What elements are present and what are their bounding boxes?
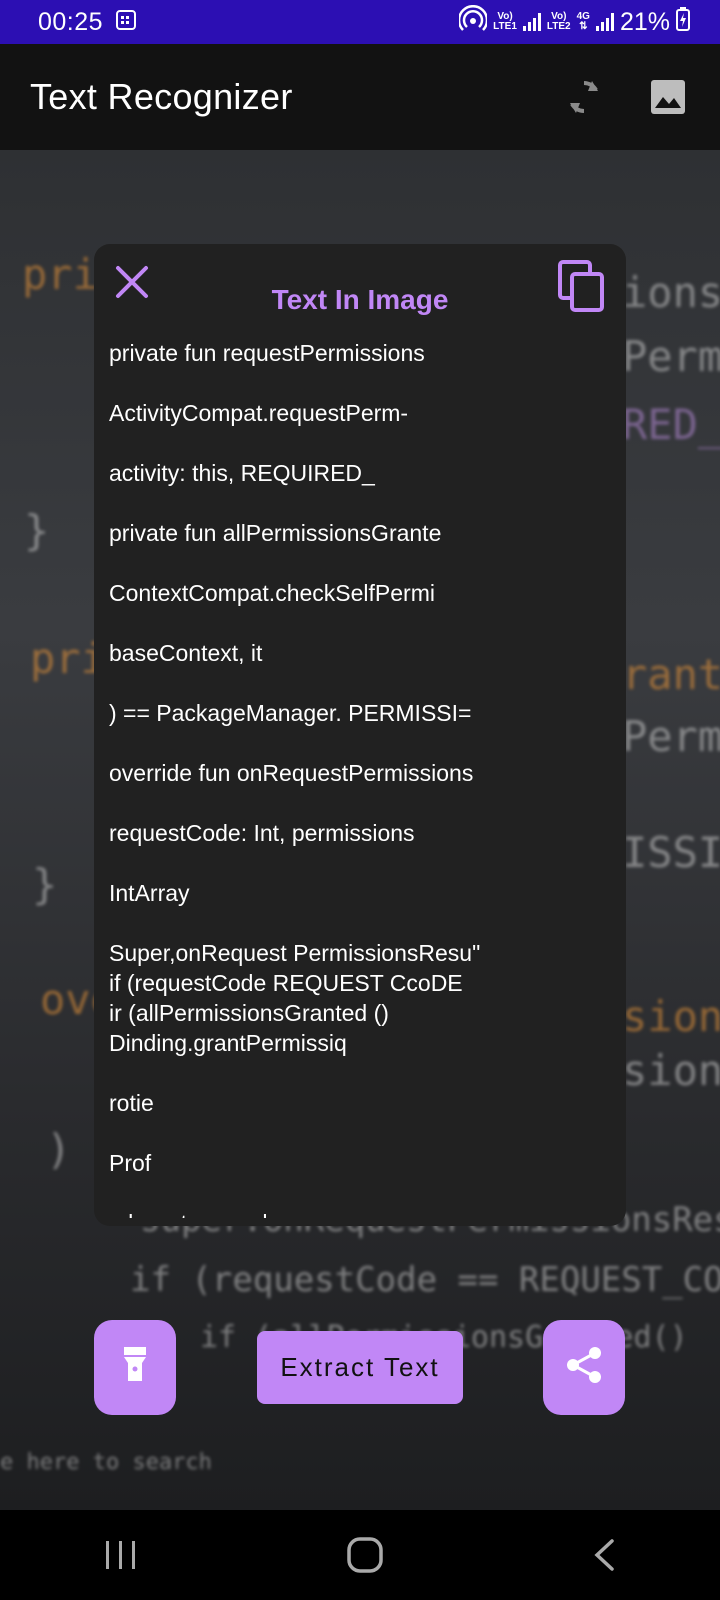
text-line: activity: this, REQUIRED_ bbox=[109, 460, 375, 486]
notification-icon bbox=[115, 9, 137, 36]
preview-text: RED_P bbox=[622, 400, 720, 449]
share-icon bbox=[564, 1345, 604, 1390]
hotspot-icon bbox=[457, 4, 489, 40]
text-line: ActivityCompat.requestPerm- bbox=[109, 400, 409, 426]
flashlight-icon bbox=[122, 1347, 148, 1388]
app-title: Text Recognizer bbox=[30, 76, 293, 117]
signal-2-icon bbox=[595, 13, 614, 31]
dialog-title: Text In Image bbox=[271, 284, 449, 315]
app-bar: Text Recognizer bbox=[0, 44, 720, 150]
preview-text: ) bbox=[46, 1125, 72, 1174]
text-line: IntArray bbox=[109, 880, 190, 906]
text-line: ir (allPermissionsGranted () bbox=[109, 1000, 389, 1026]
text-line: requestCode: Int, permissions bbox=[109, 820, 415, 846]
text-line: ContextCompat.checkSelfPermi bbox=[109, 580, 435, 606]
signal-1-icon bbox=[522, 13, 541, 31]
preview-text: } bbox=[24, 506, 50, 555]
network-2-gen: 4G ⇅ bbox=[577, 12, 590, 32]
text-line: baseContext, it bbox=[109, 640, 263, 666]
text-line: Prof bbox=[109, 1150, 152, 1176]
network-2: Vo) LTE2 bbox=[547, 12, 571, 32]
preview-text: rante bbox=[622, 650, 720, 699]
preview-text: e here to search bbox=[0, 1450, 212, 1475]
preview-text: if (requestCode == REQUEST_CODE bbox=[130, 1260, 720, 1300]
refresh-icon[interactable] bbox=[566, 77, 602, 117]
preview-text: ions bbox=[622, 268, 720, 317]
status-bar: 00:25 Vo) LTE1 Vo) LTE2 4G ⇅ 21% bbox=[0, 0, 720, 44]
preview-text: ISSI bbox=[622, 828, 720, 877]
recents-icon[interactable] bbox=[104, 1540, 138, 1570]
text-line: override fun onRequestPermissions bbox=[109, 760, 474, 786]
preview-text: } bbox=[32, 860, 58, 909]
network-1-bottom: LTE1 bbox=[493, 21, 517, 32]
text-line: e here to search bbox=[109, 1208, 609, 1218]
flashlight-button[interactable] bbox=[94, 1320, 176, 1415]
text-result-dialog: Text In Image private fun requestPermiss… bbox=[94, 244, 626, 1226]
battery-percent: 21% bbox=[619, 7, 670, 36]
system-nav-bar bbox=[0, 1510, 720, 1600]
text-line: Super,onRequest PermissionsResu" bbox=[109, 940, 481, 966]
home-icon[interactable] bbox=[346, 1536, 384, 1574]
share-button[interactable] bbox=[543, 1320, 625, 1415]
text-line: if (requestCode REQUEST CcoDE bbox=[109, 970, 463, 996]
text-line: private fun allPermissionsGrante bbox=[109, 520, 442, 546]
text-line: Dinding.grantPermissiq bbox=[109, 1030, 347, 1056]
back-icon[interactable] bbox=[592, 1538, 616, 1572]
preview-text: Permi bbox=[622, 712, 720, 761]
battery-charging-icon bbox=[676, 6, 690, 38]
preview-text: Perm bbox=[622, 332, 720, 381]
image-icon[interactable] bbox=[650, 79, 686, 115]
text-line: rotie bbox=[109, 1090, 154, 1116]
preview-text: pri bbox=[22, 250, 98, 299]
status-time: 00:25 bbox=[38, 7, 104, 36]
network-2-bottom: LTE2 bbox=[546, 21, 571, 32]
extract-text-button[interactable]: Extract Text bbox=[257, 1331, 463, 1404]
data-arrows-icon: ⇅ bbox=[579, 21, 588, 32]
copy-icon[interactable] bbox=[558, 260, 606, 319]
preview-text: sions bbox=[622, 992, 720, 1041]
network-1: Vo) LTE1 bbox=[493, 12, 517, 32]
text-line: ) == PackageManager. PERMISSI= bbox=[109, 700, 472, 726]
preview-text: sions. bbox=[622, 1046, 720, 1095]
text-line: private fun requestPermissions bbox=[109, 340, 425, 366]
recognized-text[interactable]: private fun requestPermissions ActivityC… bbox=[109, 338, 609, 1218]
